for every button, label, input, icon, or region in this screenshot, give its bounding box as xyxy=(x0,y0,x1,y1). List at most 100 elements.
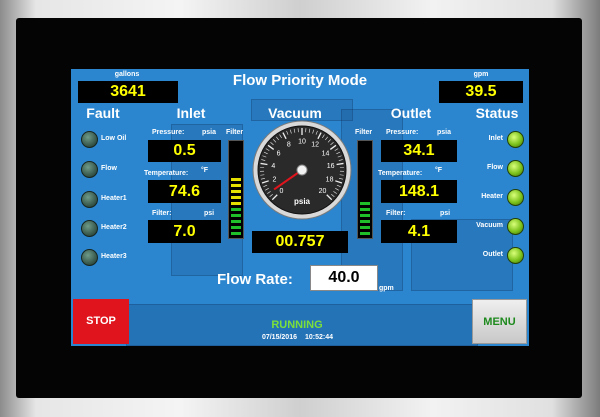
gauge-tick-label: 14 xyxy=(322,150,330,157)
gallons-total-display: 3641 xyxy=(78,81,178,103)
filter-bar-segment xyxy=(360,190,370,193)
status-heater-indicator xyxy=(507,189,524,206)
fault-heater1-label: Heater1 xyxy=(101,195,127,202)
outlet-filter-unit: psi xyxy=(440,210,451,217)
inlet-filter-value: 7.0 xyxy=(148,220,221,243)
vacuum-gauge: 02 468 10 1214 16 18 20 psia xyxy=(252,120,352,220)
gauge-tick-label: 4 xyxy=(271,163,275,170)
filter-bar-segment xyxy=(231,178,241,181)
outlet-pressure-value: 34.1 xyxy=(381,140,457,162)
inlet-pressure-unit: psia xyxy=(202,129,217,136)
inlet-pressure-value: 0.5 xyxy=(148,140,221,162)
filter-bar-segment xyxy=(360,184,370,187)
vacuum-title: Vacuum xyxy=(268,105,322,121)
inlet-filter-level-bar xyxy=(228,140,244,239)
gpm-unit-label: gpm xyxy=(473,71,489,78)
outlet-pressure-unit: psia xyxy=(437,129,452,136)
gauge-tick-label: 0 xyxy=(280,188,284,195)
gauge-tick-label: 2 xyxy=(272,176,276,183)
fault-heater3-label: Heater3 xyxy=(101,253,127,260)
outlet-filter-value: 4.1 xyxy=(381,220,457,243)
status-flow-label: Flow xyxy=(487,164,503,171)
flow-rate-unit: gpm xyxy=(379,285,394,292)
filter-bar-segment xyxy=(231,166,241,169)
gauge-tick-label: 16 xyxy=(327,163,335,170)
filter-bar-segment xyxy=(231,154,241,157)
filter-bar-segment xyxy=(360,202,370,205)
inlet-filter-label: Filter: xyxy=(152,210,172,217)
gauge-tick-label: 18 xyxy=(326,176,334,183)
filter-bar-segment xyxy=(231,208,241,211)
filter-bar-segment xyxy=(231,142,241,145)
outlet-temperature-value: 148.1 xyxy=(381,180,457,203)
inlet-pressure-label: Pressure: xyxy=(152,129,185,136)
status-vacuum-indicator xyxy=(507,218,524,235)
outlet-temperature-unit: °F xyxy=(435,167,443,174)
filter-bar-segment xyxy=(231,220,241,223)
gauge-tick-label: 8 xyxy=(287,142,291,149)
filter-bar-segment xyxy=(231,184,241,187)
gauge-tick-label: 12 xyxy=(311,142,319,149)
filter-bar-segment xyxy=(231,160,241,163)
footer-date: 07/15/2016 xyxy=(261,334,297,341)
filter-bar-segment xyxy=(360,196,370,199)
filter-bar-segment xyxy=(360,142,370,145)
gauge-tick-label: 10 xyxy=(298,139,306,146)
gpm-display: 39.5 xyxy=(439,81,523,103)
inlet-temperature-value: 74.6 xyxy=(148,180,221,203)
inlet-temperature-label: Temperature: xyxy=(144,170,189,177)
fault-heater2-indicator xyxy=(81,220,98,237)
status-outlet-label: Outlet xyxy=(482,251,503,258)
inlet-temperature-unit: °F xyxy=(201,167,209,174)
filter-bar-segment xyxy=(360,220,370,223)
filter-bar-segment xyxy=(360,214,370,217)
filter-bar-segment xyxy=(231,202,241,205)
filter-bar-segment xyxy=(360,208,370,211)
gallons-unit-label: gallons xyxy=(114,71,140,78)
fault-flow-indicator xyxy=(81,161,98,178)
vacuum-value-display: 00.757 xyxy=(252,231,348,253)
flow-rate-label: Flow Rate: xyxy=(217,271,293,288)
fault-heater1-indicator xyxy=(81,191,98,208)
filter-bar-segment xyxy=(360,166,370,169)
flow-rate-input[interactable]: 40.0 xyxy=(310,265,378,291)
filter-bar-segment xyxy=(231,214,241,217)
status-vacuum-label: Vacuum xyxy=(476,222,503,229)
menu-button[interactable]: MENU xyxy=(472,299,527,344)
hmi-screen: Flow Priority Mode gallons 3641 gpm 39.5… xyxy=(71,69,529,346)
filter-bar-segment xyxy=(360,178,370,181)
outlet-filter-bar-label: Filter xyxy=(355,129,373,136)
filter-bar-segment xyxy=(231,190,241,193)
outlet-temperature-label: Temperature: xyxy=(378,170,423,177)
filter-bar-segment xyxy=(360,232,370,235)
status-heater-label: Heater xyxy=(481,193,503,200)
filter-bar-segment xyxy=(231,196,241,199)
gauge-unit-label: psia xyxy=(294,197,311,206)
run-state-text: RUNNING xyxy=(271,319,323,331)
fault-low-oil-indicator xyxy=(81,131,98,148)
stop-button[interactable]: STOP xyxy=(73,299,129,344)
filter-bar-segment xyxy=(231,148,241,151)
filter-bar-segment xyxy=(231,232,241,235)
filter-bar-segment xyxy=(360,148,370,151)
status-inlet-label: Inlet xyxy=(488,135,503,142)
gauge-tick-label: 6 xyxy=(277,150,281,157)
filter-bar-segment xyxy=(360,154,370,157)
inlet-title: Inlet xyxy=(176,105,206,121)
outlet-title: Outlet xyxy=(390,105,432,121)
fault-low-oil-label: Low Oil xyxy=(101,135,127,142)
status-flow-indicator xyxy=(507,160,524,177)
filter-bar-segment xyxy=(360,172,370,175)
filter-bar-segment xyxy=(231,226,241,229)
page-title: Flow Priority Mode xyxy=(232,72,368,89)
status-inlet-indicator xyxy=(507,131,524,148)
gauge-hub xyxy=(296,164,308,176)
fault-flow-label: Flow xyxy=(101,165,117,172)
filter-bar-segment xyxy=(360,226,370,229)
fault-heater2-label: Heater2 xyxy=(101,224,127,231)
outlet-filter-label: Filter: xyxy=(386,210,406,217)
fault-title: Fault xyxy=(86,105,120,121)
outlet-filter-level-bar xyxy=(357,140,373,239)
gauge-tick-label: 20 xyxy=(319,188,327,195)
status-outlet-indicator xyxy=(507,247,524,264)
